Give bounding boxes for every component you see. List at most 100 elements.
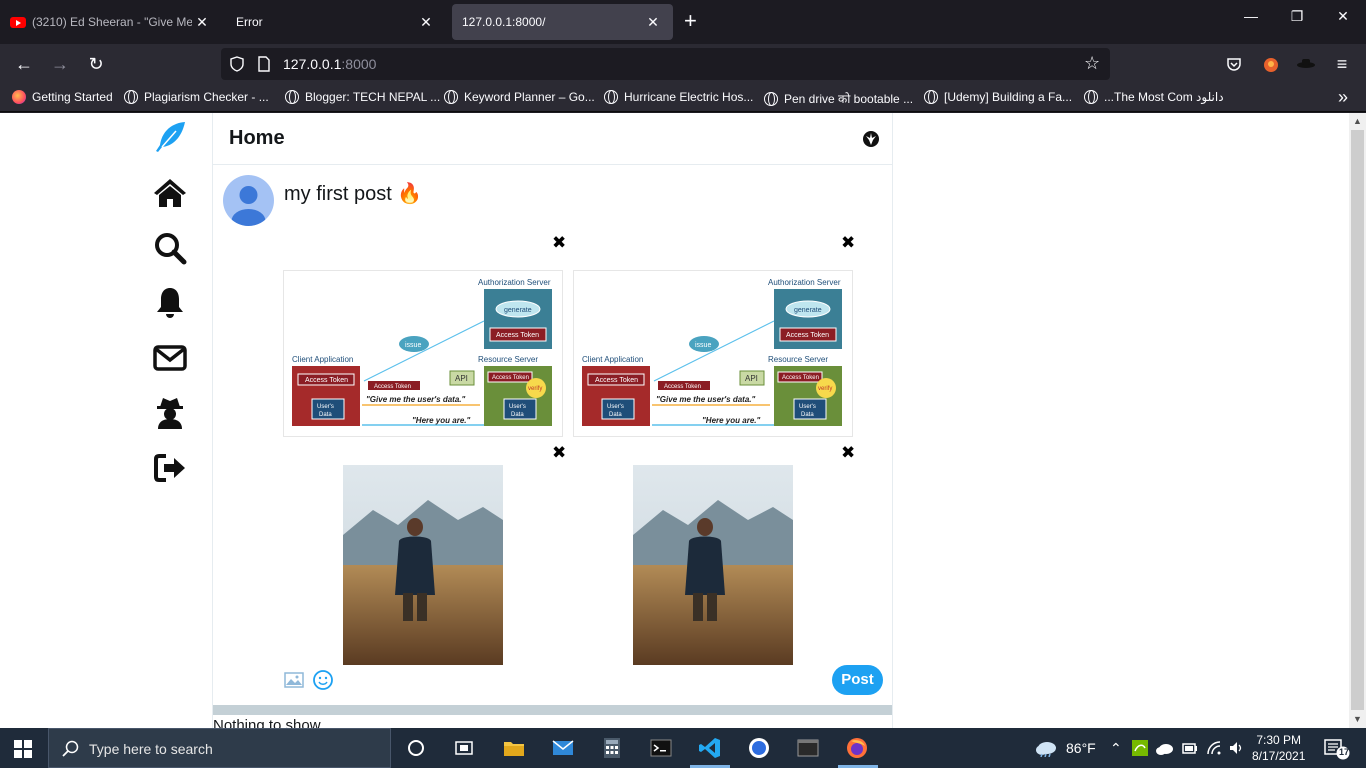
diagram-label-resource: Resource Server xyxy=(768,355,828,364)
attachment-image-diagram: Authorization Server generate Access Tok… xyxy=(283,270,563,437)
bookmark-item[interactable]: ...The Most Com دانلود xyxy=(1084,90,1224,104)
extension-icon[interactable] xyxy=(1262,55,1280,73)
diagram-label-auth: Authorization Server xyxy=(768,278,841,287)
close-tab-icon[interactable]: ✕ xyxy=(643,14,663,31)
url-host: 127.0.0.1 xyxy=(283,56,342,72)
diagram-label-data-d: Data xyxy=(511,412,524,418)
show-hidden-icons[interactable]: ⌃ xyxy=(1110,740,1122,757)
post-button[interactable]: Post xyxy=(832,665,883,695)
close-tab-icon[interactable]: ✕ xyxy=(192,14,212,31)
remove-attachment-button[interactable]: ✖ xyxy=(552,444,566,461)
new-tab-button[interactable]: + xyxy=(684,10,697,32)
scroll-thumb[interactable] xyxy=(1351,130,1364,710)
close-window-button[interactable]: ✕ xyxy=(1328,8,1358,25)
diagram-label-resource: Resource Server xyxy=(478,355,538,364)
windows-start-icon[interactable] xyxy=(14,740,32,758)
user-avatar-icon xyxy=(231,186,266,226)
scroll-down-arrow[interactable]: ▼ xyxy=(1349,711,1366,728)
feed-column: Home my first post 🔥 ✖ ✖ ✖ ✖ Authorizati… xyxy=(212,113,893,728)
notification-count: 17 xyxy=(1338,747,1349,757)
diagram-label-token-2: Access Token xyxy=(305,377,348,384)
reload-button[interactable]: ↻ xyxy=(84,52,108,76)
restore-button[interactable]: ❐ xyxy=(1282,8,1312,25)
window-icon[interactable] xyxy=(796,736,820,760)
user-secret-icon[interactable] xyxy=(152,395,188,431)
bookmark-item[interactable]: Blogger: TECH NEPAL ... xyxy=(285,90,440,104)
shield-icon[interactable] xyxy=(229,56,245,72)
tab-title: (3210) Ed Sheeran - "Give Me Lo xyxy=(32,15,192,29)
envelope-icon[interactable] xyxy=(152,340,188,376)
calculator-icon[interactable] xyxy=(600,736,624,760)
taskbar-clock[interactable]: 7:30 PM 8/17/2021 xyxy=(1252,732,1305,764)
bookmark-item[interactable]: Keyword Planner – Go... xyxy=(444,90,595,104)
firefox-icon xyxy=(12,90,26,104)
bookmark-item[interactable]: Pen drive को bootable ... xyxy=(764,90,913,107)
sign-out-icon[interactable] xyxy=(152,450,188,486)
diagram-label-token-4: Access Token xyxy=(664,384,701,390)
page-scrollbar[interactable]: ▲ ▼ xyxy=(1349,113,1366,728)
wifi-icon[interactable] xyxy=(1206,740,1222,756)
rebel-icon[interactable] xyxy=(862,130,880,148)
onedrive-icon[interactable] xyxy=(1156,741,1174,755)
diagram-label-issue: issue xyxy=(405,342,421,349)
emoji-icon[interactable] xyxy=(312,669,334,691)
bell-icon[interactable] xyxy=(152,285,188,321)
bookmark-item[interactable]: Getting Started xyxy=(12,90,113,104)
close-tab-icon[interactable]: ✕ xyxy=(416,14,436,31)
nav-bar: ← → ↻ 127.0.0.1:8000 ☆ ≡ xyxy=(0,44,1366,84)
back-button[interactable]: ← xyxy=(12,52,36,76)
minimize-button[interactable]: — xyxy=(1236,8,1266,24)
file-explorer-icon[interactable] xyxy=(502,736,526,760)
home-icon[interactable] xyxy=(152,175,188,211)
more-bookmarks-icon[interactable]: » xyxy=(1338,87,1348,108)
remove-attachment-button[interactable]: ✖ xyxy=(841,234,855,251)
mail-icon[interactable] xyxy=(551,736,575,760)
empty-feed-text: Nothing to show xyxy=(213,717,321,728)
tab-error[interactable]: Error ✕ xyxy=(224,4,446,40)
bookmark-item[interactable]: [Udemy] Building a Fa... xyxy=(924,90,1072,104)
page-icon xyxy=(258,56,270,72)
bookmark-item[interactable]: Plagiarism Checker - ... xyxy=(124,90,269,104)
diagram-label-verify: verify xyxy=(818,386,832,392)
post-text[interactable]: my first post 🔥 xyxy=(284,181,422,206)
bookmark-label: Pen drive को bootable ... xyxy=(784,92,914,106)
address-bar[interactable]: 127.0.0.1:8000 ☆ xyxy=(221,48,1110,80)
diagram-label-client: Client Application xyxy=(292,355,353,364)
search-icon[interactable] xyxy=(152,230,188,266)
firefox-icon[interactable] xyxy=(845,736,869,760)
taskbar-search[interactable]: Type here to search xyxy=(48,728,391,768)
bookmark-item[interactable]: Hurricane Electric Hos... xyxy=(604,90,753,104)
avatar[interactable] xyxy=(223,175,274,226)
remove-attachment-button[interactable]: ✖ xyxy=(841,444,855,461)
weather-icon[interactable] xyxy=(1034,739,1058,757)
globe-icon xyxy=(1084,90,1098,104)
diagram-label-token-2: Access Token xyxy=(595,377,638,384)
remove-attachment-button[interactable]: ✖ xyxy=(552,234,566,251)
incognito-extension-icon[interactable] xyxy=(1296,58,1316,70)
feather-icon[interactable] xyxy=(152,119,188,155)
star-icon[interactable]: ☆ xyxy=(1084,53,1100,74)
menu-icon[interactable]: ≡ xyxy=(1330,52,1354,76)
globe-icon xyxy=(124,90,138,104)
app-icon[interactable] xyxy=(747,736,771,760)
tab-youtube[interactable]: (3210) Ed Sheeran - "Give Me Lo ✕ xyxy=(0,4,222,40)
task-view-icon[interactable] xyxy=(452,736,476,760)
diagram-label-data-d: Data xyxy=(801,412,814,418)
terminal-icon[interactable] xyxy=(649,736,673,760)
forward-button[interactable]: → xyxy=(48,52,72,76)
globe-icon xyxy=(764,91,778,106)
feed-header: Home xyxy=(213,113,892,165)
battery-icon[interactable] xyxy=(1182,740,1198,756)
cortana-icon[interactable] xyxy=(404,736,428,760)
scroll-up-arrow[interactable]: ▲ xyxy=(1349,113,1366,130)
weather-temp[interactable]: 86°F xyxy=(1066,740,1096,756)
vscode-icon[interactable] xyxy=(698,736,722,760)
pocket-icon[interactable] xyxy=(1226,56,1242,72)
volume-icon[interactable] xyxy=(1228,740,1244,756)
nvidia-icon[interactable] xyxy=(1132,740,1148,756)
tab-localhost[interactable]: 127.0.0.1:8000/ ✕ xyxy=(452,4,673,40)
diagram-label-token-4: Access Token xyxy=(374,384,411,390)
diagram-label-give: "Give me the user's data." xyxy=(656,395,756,404)
image-upload-icon[interactable] xyxy=(283,669,305,691)
clock-time: 7:30 PM xyxy=(1256,733,1302,747)
